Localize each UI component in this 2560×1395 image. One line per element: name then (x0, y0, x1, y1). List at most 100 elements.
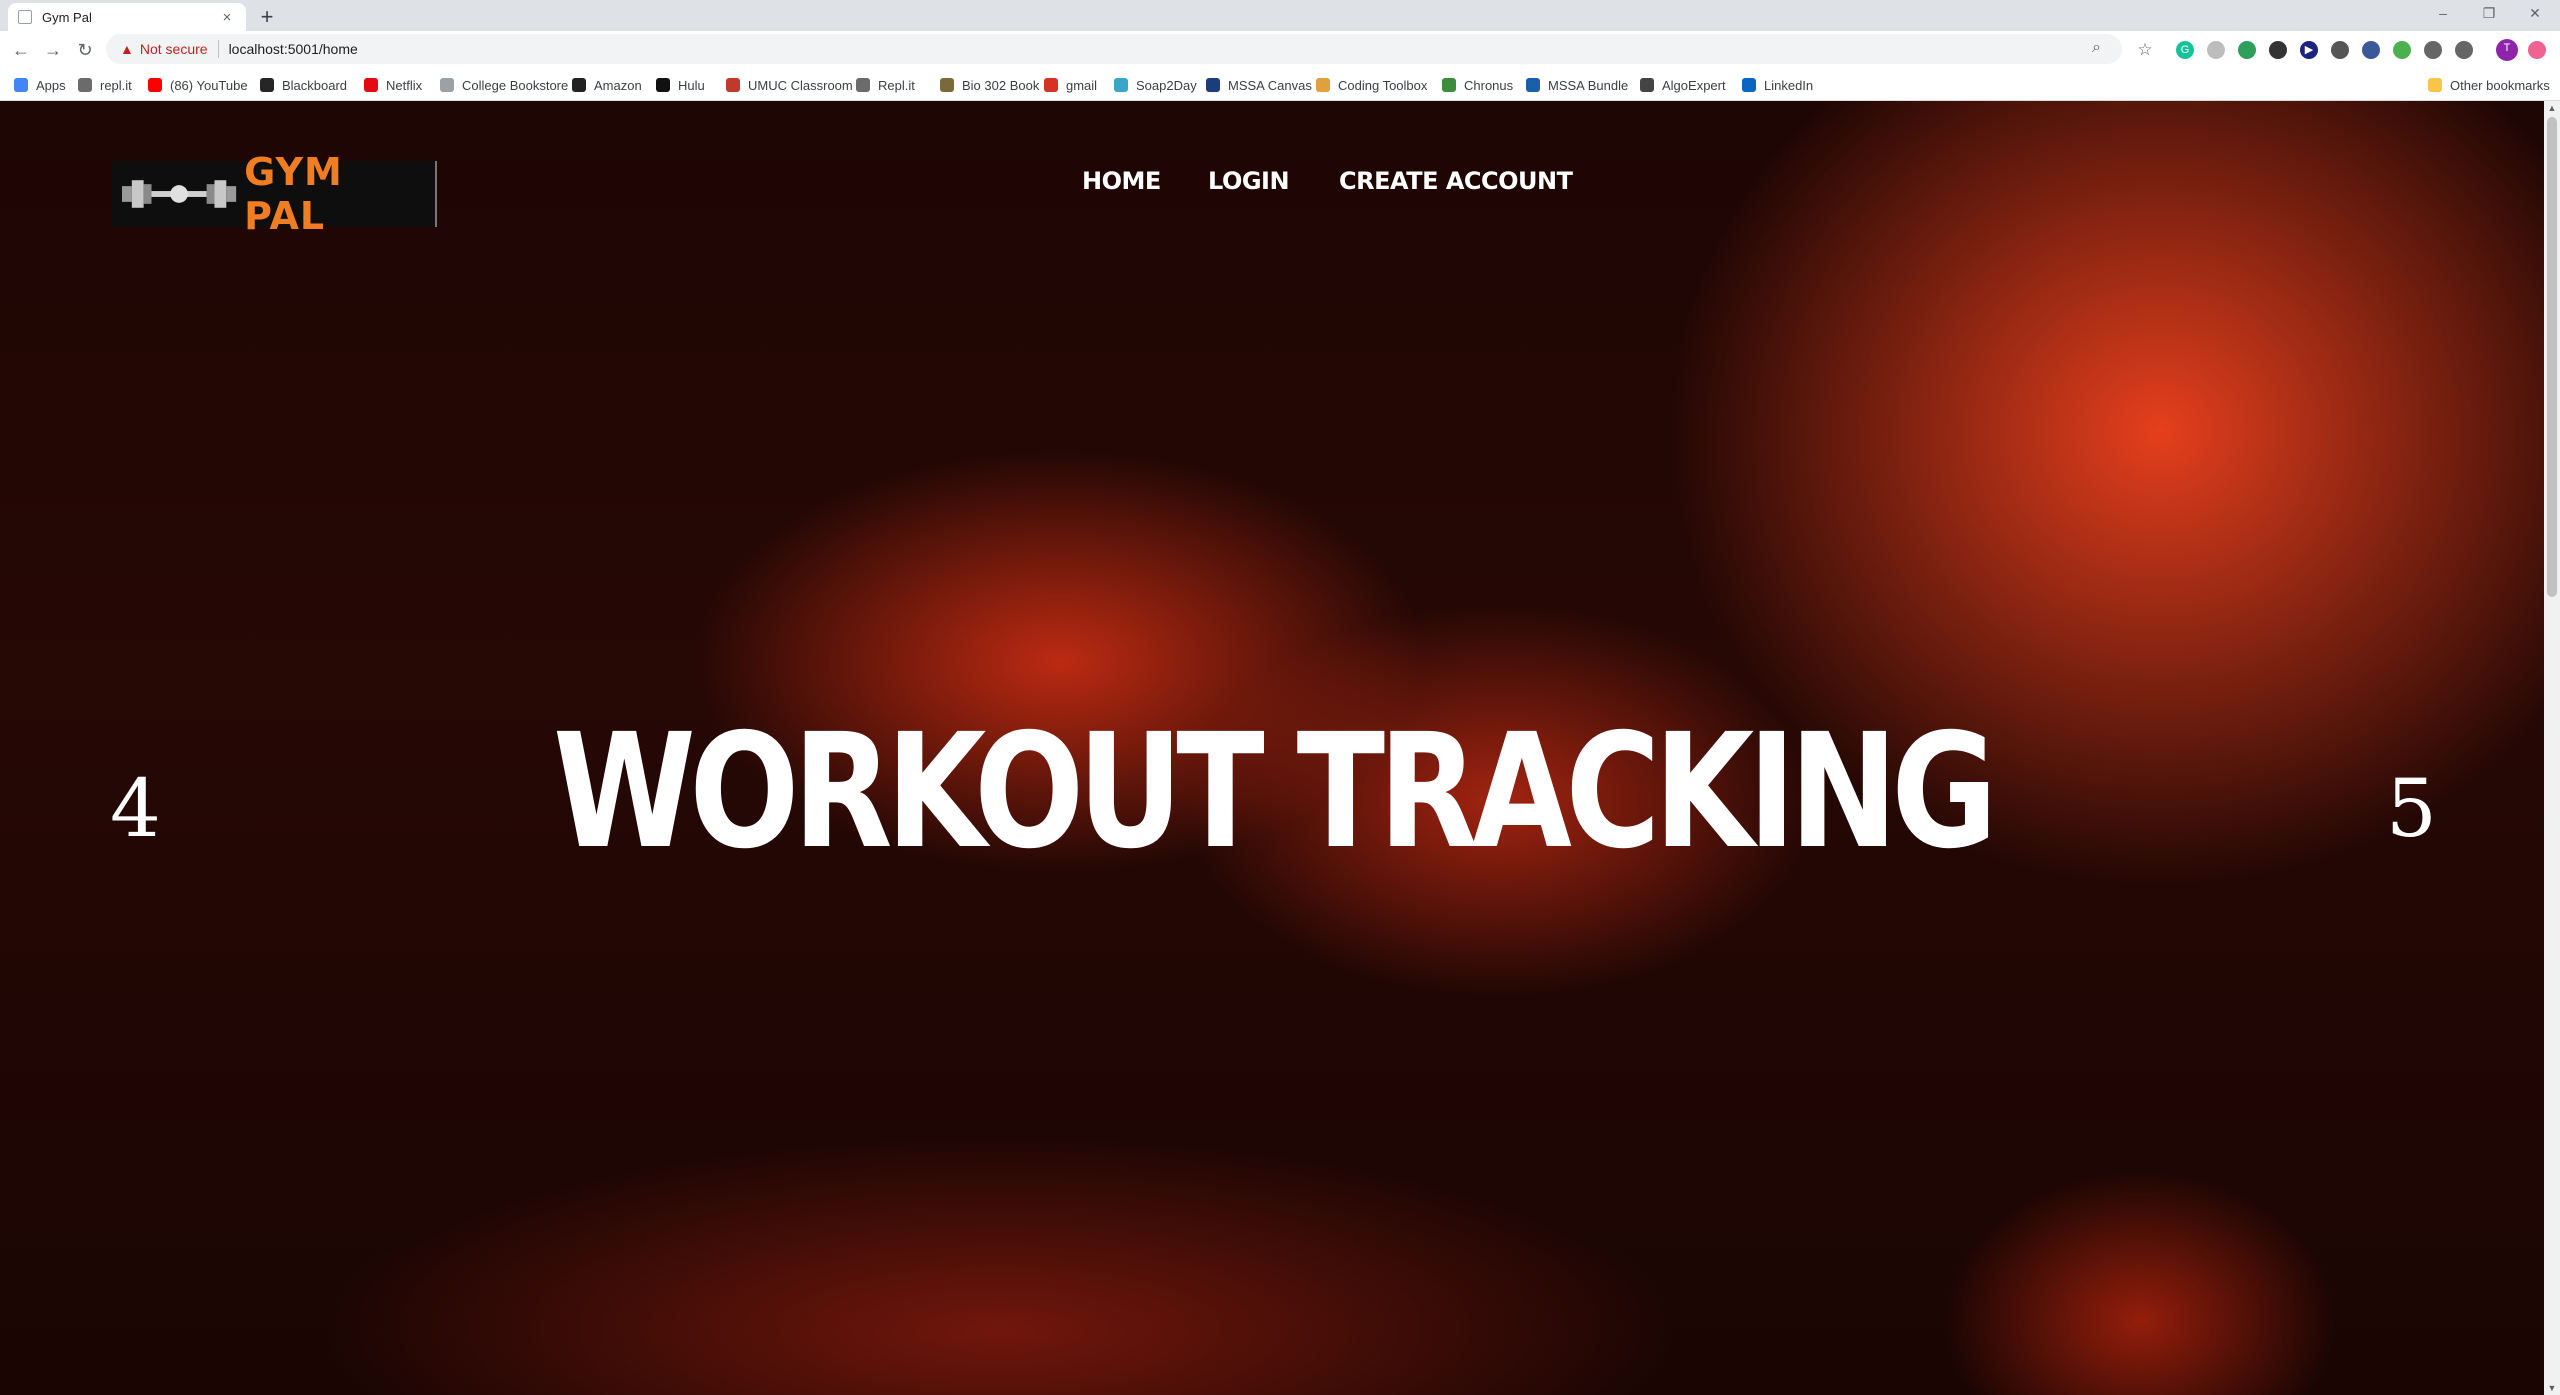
gmail-icon (1044, 78, 1058, 92)
bookmark-item[interactable]: UMUC Classroom (726, 76, 853, 94)
minimize-button[interactable]: – (2420, 0, 2466, 28)
replit-icon (856, 78, 870, 92)
carousel-prev-button[interactable]: 4 (110, 769, 161, 849)
bookmark-item[interactable]: Hulu (656, 76, 705, 94)
tab-gym-pal[interactable]: Gym Pal × (8, 3, 246, 31)
tab-title: Gym Pal (42, 9, 92, 25)
blackboard-icon (260, 78, 274, 92)
bookmark-item[interactable]: College Bookstore (440, 76, 568, 94)
bookmark-item[interactable]: AlgoExpert (1640, 76, 1726, 94)
bookmark-item[interactable]: Repl.it (856, 76, 915, 94)
bookmark-item[interactable]: LinkedIn (1742, 76, 1813, 94)
linkedin-icon (1742, 78, 1756, 92)
bookmark-label: Amazon (594, 77, 642, 93)
extension-icon[interactable] (2528, 41, 2546, 59)
site-logo[interactable]: GYM PAL (112, 150, 437, 238)
bookmark-star-icon[interactable]: ☆ (2132, 37, 2158, 63)
scroll-up-icon[interactable]: ▲ (2544, 101, 2560, 115)
soap2day-icon (1114, 78, 1128, 92)
grammarly-extension-icon[interactable]: G (2176, 41, 2194, 59)
extension-icon[interactable] (2331, 41, 2349, 59)
scroll-down-icon[interactable]: ▼ (2544, 1381, 2560, 1395)
carousel-next-button[interactable]: 5 (2386, 769, 2437, 849)
extension-icon[interactable] (2393, 41, 2411, 59)
zoom-icon[interactable]: ⌕ (2092, 39, 2101, 57)
url-text[interactable]: localhost:5001/home (229, 41, 358, 57)
bookmark-label: MSSA Bundle (1548, 77, 1629, 93)
logo-text: GYM PAL (244, 150, 343, 238)
bookmark-item[interactable]: (86) YouTube (148, 76, 248, 94)
folder-icon (2428, 78, 2442, 92)
canvas-icon (1206, 78, 1220, 92)
nav-home-link[interactable]: HOME (1082, 167, 1161, 207)
address-bar[interactable]: ▲ Not secure localhost:5001/home ⌕ (106, 34, 2122, 64)
new-tab-button[interactable]: + (254, 5, 280, 31)
window-close-button[interactable]: ✕ (2512, 0, 2558, 28)
nav-create-account-wrap: CREATE ACCOUNT (1339, 167, 1573, 207)
restore-button[interactable]: ❐ (2466, 0, 2512, 28)
extensions-puzzle-icon[interactable] (2424, 41, 2442, 59)
apps-grid-icon (14, 78, 28, 92)
bookmark-item[interactable]: Chronus (1442, 76, 1513, 94)
bookmark-item[interactable]: MSSA Bundle (1526, 76, 1628, 94)
extension-icon[interactable] (2238, 41, 2256, 59)
dumbbell-icon (121, 180, 237, 208)
nav-home-wrap: HOME (1082, 167, 1161, 207)
bookmark-item[interactable]: Coding Toolbox (1316, 76, 1427, 94)
reading-list-icon[interactable] (2455, 41, 2473, 59)
bookmark-label: MSSA Canvas (1228, 77, 1312, 93)
youtube-icon (148, 78, 162, 92)
bookmark-label: Hulu (678, 77, 705, 93)
bookmark-label: Coding Toolbox (1338, 77, 1428, 93)
nav-create-account-link[interactable]: CREATE ACCOUNT (1339, 167, 1573, 207)
page-scrollbar[interactable]: ▲ ▼ (2544, 101, 2560, 1395)
bookmark-item[interactable]: MSSA Canvas (1206, 76, 1312, 94)
hero-section: GYM PAL HOME LOGIN CREATE ACCOUNT 4 WORK… (0, 101, 2544, 1395)
scrollbar-thumb[interactable] (2547, 117, 2557, 597)
bookmark-label: Chronus (1464, 77, 1514, 93)
bookmark-label: UMUC Classroom (748, 77, 853, 93)
bookmark-label: Repl.it (878, 77, 915, 93)
toolbox-icon (1316, 78, 1330, 92)
bookmark-label: Soap2Day (1136, 77, 1197, 93)
book-icon (940, 78, 954, 92)
nav-login-link[interactable]: LOGIN (1208, 167, 1290, 207)
reload-button[interactable]: ↻ (72, 37, 98, 63)
other-bookmarks[interactable]: Other bookmarks (2428, 76, 2550, 94)
bookmark-item[interactable]: Apps (14, 76, 66, 94)
other-bookmarks-label: Other bookmarks (2450, 77, 2550, 93)
address-separator (217, 40, 219, 58)
algoexpert-icon (1640, 78, 1654, 92)
bookmark-item[interactable]: gmail (1044, 76, 1097, 94)
bookmark-item[interactable]: Soap2Day (1114, 76, 1197, 94)
bookmarks-bar: Apps repl.it (86) YouTube Blackboard Netflix… (0, 68, 2560, 101)
tab-strip: Gym Pal × + – ❐ ✕ (0, 0, 2560, 31)
bookmark-label: College Bookstore (462, 77, 569, 93)
play-extension-icon[interactable]: ▶ (2300, 41, 2318, 59)
tab-close-icon[interactable]: × (218, 9, 236, 26)
bookmark-item[interactable]: Netflix (364, 76, 422, 94)
hulu-icon (656, 78, 670, 92)
bookmark-label: AlgoExpert (1662, 77, 1726, 93)
nav-login-wrap: LOGIN (1208, 167, 1290, 207)
profile-avatar-icon[interactable]: T (2496, 39, 2518, 61)
bookmark-item[interactable]: Blackboard (260, 76, 347, 94)
bookmark-item[interactable]: Amazon (572, 76, 642, 94)
bookmark-item[interactable]: repl.it (78, 76, 132, 94)
bookmark-label: Apps (36, 77, 66, 93)
extension-icon[interactable] (2362, 41, 2380, 59)
chronus-icon (1442, 78, 1456, 92)
forward-button[interactable]: → (40, 37, 66, 63)
bookmark-label: Bio 302 Book (962, 77, 1040, 93)
bookmark-item[interactable]: Bio 302 Book (940, 76, 1039, 94)
security-label[interactable]: Not secure (140, 41, 208, 57)
bookmark-label: LinkedIn (1764, 77, 1814, 93)
bookmark-label: Netflix (386, 77, 423, 93)
extension-icon[interactable] (2269, 41, 2287, 59)
page-icon (440, 78, 454, 92)
extension-icon[interactable] (2207, 41, 2225, 59)
bookmark-label: gmail (1066, 77, 1098, 93)
back-button[interactable]: ← (8, 37, 34, 63)
replit-icon (78, 78, 92, 92)
hero-headline: WORKOUT TRACKING (552, 700, 1998, 884)
